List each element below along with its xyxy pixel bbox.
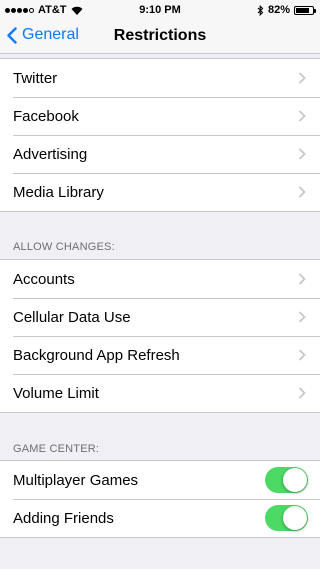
status-bar: AT&T 9:10 PM 82% <box>0 0 320 20</box>
row-label: Facebook <box>13 107 79 125</box>
row-volume-limit[interactable]: Volume Limit <box>0 374 320 412</box>
row-label: Adding Friends <box>13 509 114 527</box>
row-label: Advertising <box>13 145 88 163</box>
row-background-app-refresh[interactable]: Background App Refresh <box>0 336 320 374</box>
chevron-right-icon <box>298 387 306 399</box>
battery-percent: 82% <box>267 4 290 16</box>
adding-friends-toggle[interactable] <box>265 505 308 531</box>
row-accounts[interactable]: Accounts <box>0 260 320 298</box>
allow-changes-group: Accounts Cellular Data Use Background Ap… <box>0 259 320 413</box>
toggle-knob <box>283 468 307 492</box>
chevron-right-icon <box>298 72 306 84</box>
page-title: Restrictions <box>113 27 207 44</box>
status-right: 82% <box>257 4 316 16</box>
section-header-allow-changes: ALLOW CHANGES: <box>13 241 115 253</box>
row-facebook[interactable]: Facebook <box>0 97 320 135</box>
row-label: Media Library <box>13 183 104 201</box>
row-multiplayer-games: Multiplayer Games <box>0 461 320 499</box>
row-cellular-data-use[interactable]: Cellular Data Use <box>0 298 320 336</box>
section-header-game-center: GAME CENTER: <box>13 443 100 455</box>
chevron-right-icon <box>298 273 306 285</box>
row-label: Twitter <box>13 69 58 87</box>
bluetooth-icon <box>257 4 264 16</box>
multiplayer-games-toggle[interactable] <box>265 467 308 493</box>
row-label: Volume Limit <box>13 384 99 402</box>
row-label: Background App Refresh <box>13 346 180 364</box>
row-label: Accounts <box>13 270 75 288</box>
apps-group: Twitter Facebook Advertising Media Libra… <box>0 58 320 212</box>
row-label: Cellular Data Use <box>13 308 131 326</box>
chevron-right-icon <box>298 311 306 323</box>
chevron-right-icon <box>298 110 306 122</box>
chevron-right-icon <box>298 148 306 160</box>
navigation-bar: General Restrictions <box>0 20 320 54</box>
row-twitter[interactable]: Twitter <box>0 59 320 97</box>
game-center-group: Multiplayer Games Adding Friends <box>0 460 320 538</box>
row-advertising[interactable]: Advertising <box>0 135 320 173</box>
chevron-right-icon <box>298 349 306 361</box>
row-adding-friends: Adding Friends <box>0 499 320 537</box>
toggle-knob <box>283 506 307 530</box>
chevron-right-icon <box>298 186 306 198</box>
battery-icon <box>294 5 316 15</box>
row-label: Multiplayer Games <box>13 471 139 489</box>
row-media-library[interactable]: Media Library <box>0 173 320 211</box>
